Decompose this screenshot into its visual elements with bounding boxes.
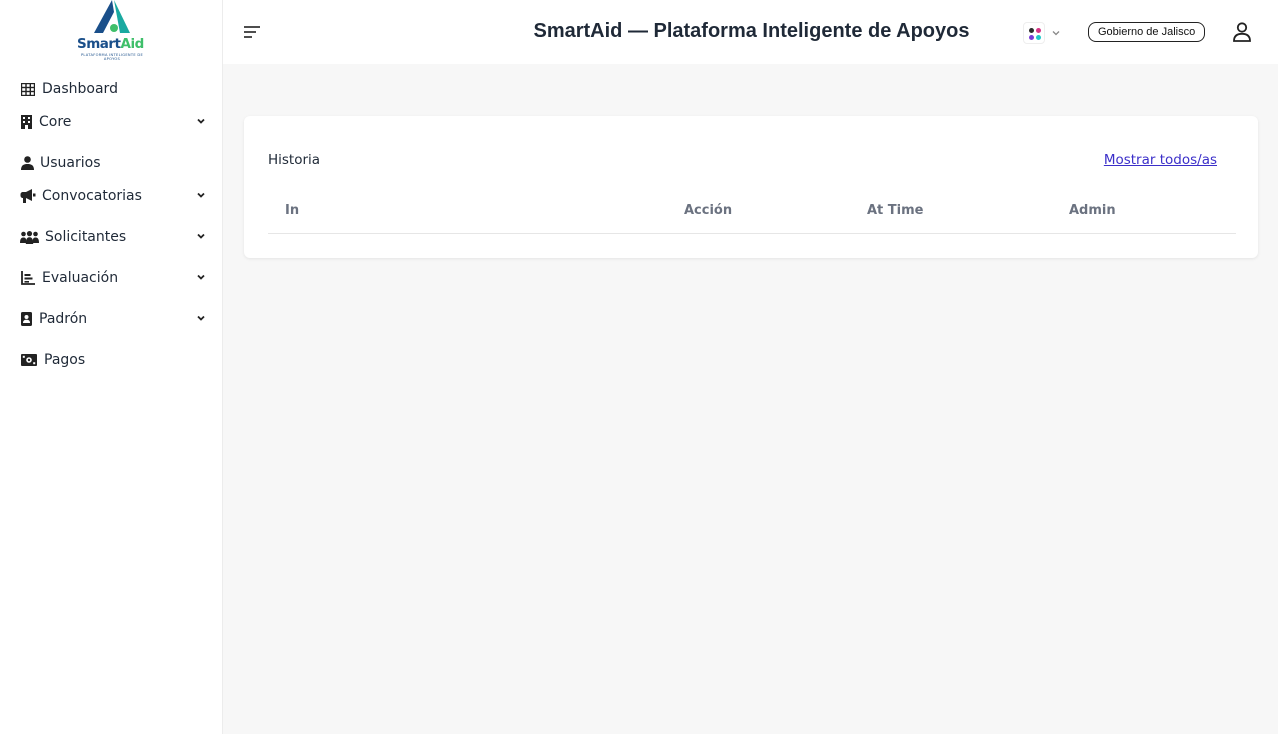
user-icon [20, 155, 34, 171]
top-header: SmartAid — Plataforma Inteligente de Apo… [223, 0, 1278, 64]
contact-card-icon [20, 311, 33, 327]
sidebar-item-label: Dashboard [42, 81, 118, 97]
show-all-link[interactable]: Mostrar todos/as [1104, 152, 1217, 168]
building-icon [20, 114, 33, 130]
sidebar-item-label: Core [39, 114, 72, 130]
chevron-down-icon [197, 233, 205, 239]
sidebar-item-usuarios[interactable]: Usuarios [0, 148, 223, 178]
sidebar-item-evaluacion[interactable]: Evaluación [0, 263, 223, 293]
sidebar-item-dashboard[interactable]: Dashboard [0, 74, 223, 104]
sidebar-item-label: Solicitantes [45, 229, 127, 245]
chevron-down-icon [1052, 31, 1060, 36]
sidebar-item-core[interactable]: Core [0, 107, 223, 137]
megaphone-icon [20, 188, 36, 204]
smartaid-logo[interactable]: SmartAid PLATAFORMA INTELIGENTE DE APOYO… [72, 0, 152, 64]
sidebar: SmartAid PLATAFORMA INTELIGENTE DE APOYO… [0, 0, 223, 734]
chevron-down-icon [197, 192, 205, 198]
money-bill-icon [20, 352, 38, 368]
column-header-in[interactable]: In [285, 203, 299, 218]
tenant-badge[interactable]: Gobierno de Jalisco [1088, 22, 1206, 42]
column-header-admin[interactable]: Admin [1069, 203, 1116, 218]
sidebar-item-label: Pagos [44, 352, 86, 368]
chevron-down-icon [197, 118, 205, 124]
brand-name: SmartAid [77, 36, 144, 52]
people-group-icon [20, 229, 39, 245]
app-switcher-button[interactable] [1023, 22, 1063, 44]
chevron-down-icon [197, 274, 205, 280]
page-title-text: SmartAid — Plataforma Inteligente de Apo… [533, 20, 970, 42]
user-account-button[interactable] [1231, 21, 1253, 43]
brand-tagline: PLATAFORMA INTELIGENTE DE APOYOS [80, 53, 144, 62]
brand-name-part2: Aid [120, 36, 145, 52]
sidebar-item-label: Convocatorias [42, 188, 142, 204]
sidebar-item-label: Padrón [39, 311, 88, 327]
table-grid-icon [20, 81, 36, 97]
sidebar-item-pagos[interactable]: Pagos [0, 345, 223, 375]
sidebar-item-solicitantes[interactable]: Solicitantes [0, 222, 223, 252]
sidebar-item-label: Evaluación [42, 270, 119, 286]
bar-chart-icon [20, 270, 36, 286]
brand-name-part1: Smart [77, 36, 121, 52]
sidebar-item-convocatorias[interactable]: Convocatorias [0, 181, 223, 211]
column-header-at-time[interactable]: At Time [867, 203, 924, 218]
history-card: Historia Mostrar todos/as In Acción At T… [244, 116, 1258, 258]
chevron-down-icon [197, 315, 205, 321]
column-header-accion[interactable]: Acción [684, 203, 732, 218]
apps-grid-icon [1023, 22, 1045, 44]
logo-mark-icon [94, 0, 130, 33]
history-table-header: In Acción At Time Admin [268, 194, 1236, 234]
card-title: Historia [268, 152, 321, 168]
user-outline-icon [1233, 22, 1251, 42]
sidebar-item-padron[interactable]: Padrón [0, 304, 223, 334]
sidebar-item-label: Usuarios [40, 155, 101, 171]
